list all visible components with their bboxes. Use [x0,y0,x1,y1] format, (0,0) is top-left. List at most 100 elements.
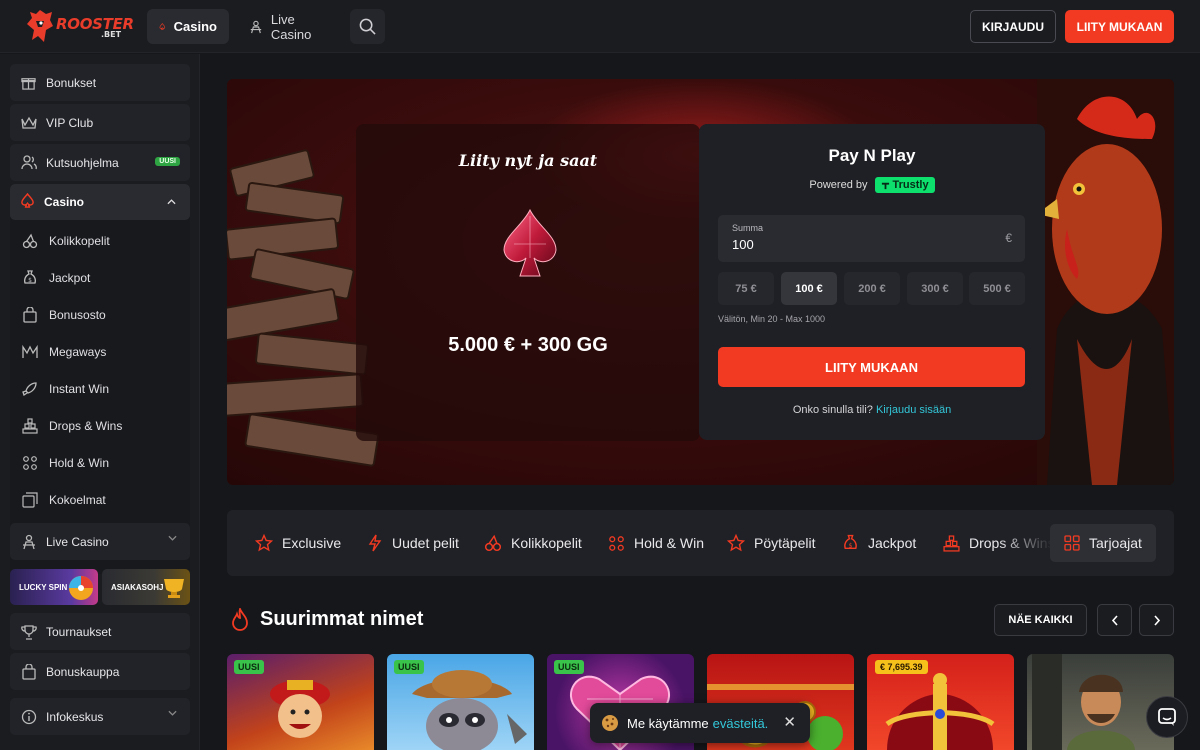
trustly-logo: Trustly [874,177,935,193]
sidebar-item-live-casino[interactable]: Live Casino [10,523,190,560]
star-icon [727,534,745,552]
prev-button[interactable] [1097,604,1132,636]
game-tile[interactable]: € 7,695.39 [867,654,1014,750]
search-button[interactable] [350,9,385,44]
sidebar-sub-label: Hold & Win [49,456,110,470]
category-label: Uudet pelit [392,535,459,551]
pnp-join-button[interactable]: LIITY MUKAAN [718,347,1025,387]
sidebar-item-label: Bonuskauppa [46,664,120,679]
trustly-label: Trustly [892,179,929,191]
category-jackpot[interactable]: $ Jackpot [842,524,916,562]
sidebar-item-vip[interactable]: VIP Club [10,104,190,141]
account-prompt: Onko sinulla tili? Kirjaudu sisään [699,404,1045,416]
sidebar-item-info-center[interactable]: Infokeskus [10,698,190,735]
sidebar-item-label: VIP Club [46,115,94,130]
nav-live-casino[interactable]: Live Casino [237,9,342,44]
game-tile[interactable]: UUSI [227,654,374,750]
money-bag-icon: $ [844,534,857,549]
cookie-text: Me käytämme [627,715,709,731]
cherries-icon [22,233,38,249]
rooster-logo[interactable]: ROOSTER .BET [26,8,134,46]
category-table-games[interactable]: Pöytäpelit [727,524,815,562]
amount-chip[interactable]: 200 € [844,272,900,305]
sidebar-item-bonusosto[interactable]: Bonusosto [22,304,106,326]
top-bar: ROOSTER .BET Casino Live Casino KIRJAUDU… [0,0,1200,53]
amount-input[interactable]: Summa 100 € [718,215,1025,262]
nav-casino[interactable]: Casino [147,9,229,44]
amount-chip[interactable]: 500 € [969,272,1025,305]
brand-name: ROOSTER [56,15,134,33]
close-icon[interactable]: ✕ [783,713,796,731]
amount-chip-selected[interactable]: 100 € [781,272,837,305]
brand-suffix: .BET [101,30,122,39]
game-tile[interactable]: UUSI [387,654,534,750]
category-label: Tarjoajat [1089,535,1142,551]
category-slots[interactable]: Kolikkopelit [484,524,582,562]
chevron-down-icon [168,710,177,716]
powered-by: Powered by Trustly [699,177,1045,193]
cookie-link[interactable]: evästeitä. [713,716,769,731]
sidebar-item-jackpot[interactable]: $ Jackpot [22,267,90,289]
new-badge: UUSI [394,660,424,674]
new-badge: UUSI [155,157,180,166]
trophy-icon [20,623,37,640]
amount-hint: Välitön, Min 20 - Max 1000 [718,314,826,324]
category-bar: Exclusive Uudet pelit Kolikkopelit Hold … [227,510,1174,576]
sidebar-sub-label: Megaways [49,345,107,359]
asiakasohj-label: ASIAKASOHJ [111,582,164,592]
sidebar-item-kokoelmat[interactable]: Kokoelmat [22,489,106,511]
amount-chip[interactable]: 75 € [718,272,774,305]
sidebar-item-bonuses[interactable]: Bonukset [10,64,190,101]
login-link[interactable]: Kirjaudu sisään [876,404,951,416]
offer-amount: 5.000 € + 300 GG [448,334,608,356]
sidebar-item-drops-wins[interactable]: Drops & Wins [22,415,122,437]
rooster-head-icon [27,10,53,42]
category-hold-win[interactable]: Hold & Win [608,524,704,562]
sidebar-item-kolikkopelit[interactable]: Kolikkopelit [22,230,110,252]
sidebar-sub-label: Drops & Wins [49,419,123,433]
sidebar-item-label: Infokeskus [46,709,104,724]
sidebar-item-megaways[interactable]: Megaways [22,341,106,363]
svg-text:$: $ [848,541,852,549]
sidebar-sub-label: Kokoelmat [49,493,106,507]
gift-icon [20,74,37,91]
rocket-icon [22,382,37,397]
login-button[interactable]: KIRJAUDU [970,10,1056,43]
lucky-spin-tile[interactable]: LUCKY SPIN [10,569,98,605]
lucky-spin-label: LUCKY SPIN [19,582,68,592]
spade-icon [159,23,166,30]
next-button[interactable] [1139,604,1174,636]
category-new-games[interactable]: Uudet pelit [367,524,459,562]
sidebar-item-hold-win[interactable]: Hold & Win [22,452,109,474]
chevron-up-icon [167,199,176,205]
crown-icon [20,114,37,131]
category-exclusive[interactable]: Exclusive [255,524,341,562]
amount-chip[interactable]: 300 € [907,272,963,305]
wheel-icon [69,576,93,600]
scroll-fade [997,510,1052,576]
sidebar-item-instant-win[interactable]: Instant Win [22,378,109,400]
trustly-icon [881,182,889,189]
new-badge: UUSI [554,660,584,674]
shopping-bag-icon [23,307,37,323]
search-icon [359,18,376,35]
join-button[interactable]: LIITY MUKAAN [1065,10,1174,43]
see-all-button[interactable]: NÄE KAIKKI [994,604,1087,636]
pnp-title: Pay N Play [828,146,916,165]
asiakasohjelma-tile[interactable]: ASIAKASOHJ [102,569,190,605]
sidebar-item-bonus-shop[interactable]: Bonuskauppa [10,653,190,690]
sidebar-item-referral[interactable]: Kutsuohjelma UUSI [10,144,190,181]
sidebar-item-casino[interactable]: Casino [10,184,190,220]
chat-button[interactable] [1146,696,1188,738]
sidebar-item-label: Bonukset [46,75,97,90]
offer-title: Liity nyt ja saat [458,151,598,170]
nav-casino-label: Casino [173,19,217,34]
category-providers[interactable]: Tarjoajat [1050,524,1156,562]
sidebar-sub-label: Bonusosto [49,308,106,322]
currency-symbol: € [1005,231,1012,245]
sidebar: Bonukset VIP Club Kutsuohjelma UUSI Casi… [0,54,200,750]
pyramid-icon [22,418,38,434]
sidebar-item-tournaments[interactable]: Tournaukset [10,613,190,650]
users-icon [20,154,37,171]
nav-live-casino-label: Live Casino [270,11,312,42]
